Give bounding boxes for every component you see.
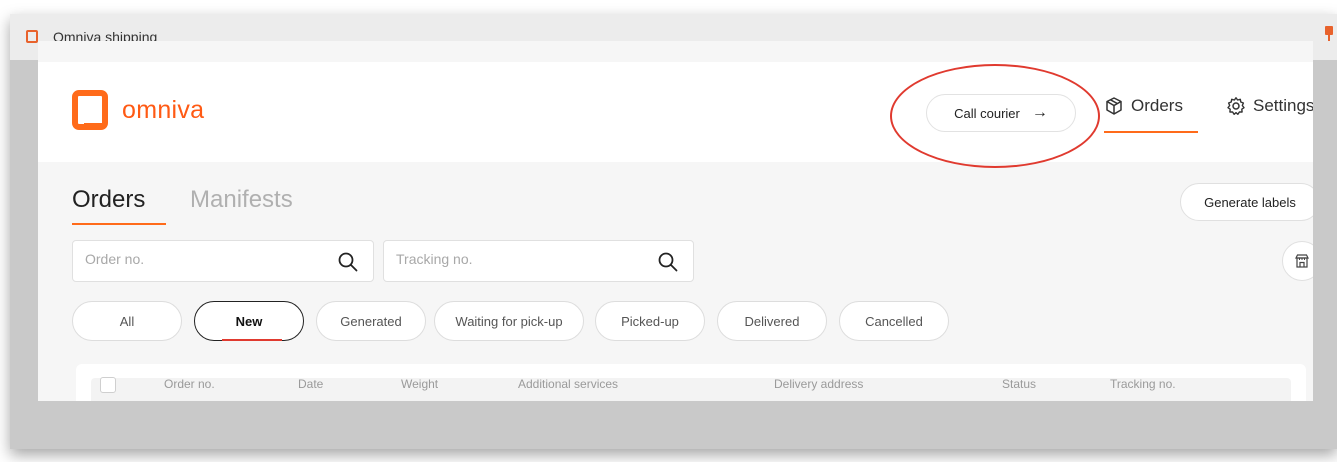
omniva-logo-icon — [72, 90, 108, 130]
nav-orders[interactable]: Orders — [1104, 96, 1183, 116]
search-icon[interactable] — [337, 251, 359, 273]
call-courier-label: Call courier — [954, 105, 1020, 121]
filter-cancelled[interactable]: Cancelled — [839, 301, 949, 341]
nav-settings-label: Settings — [1253, 96, 1313, 115]
column-tracking-no[interactable]: Tracking no. — [1110, 377, 1176, 391]
tab-orders[interactable]: Orders — [72, 186, 145, 214]
column-delivery-address[interactable]: Delivery address — [774, 377, 863, 391]
screenshot-frame: Omniva shipping omniva Call courier → Or… — [0, 0, 1337, 462]
nav-orders-active-indicator — [1104, 131, 1198, 133]
filter-delivered[interactable]: Delivered — [717, 301, 827, 341]
column-additional-services[interactable]: Additional services — [518, 377, 618, 391]
filter-waiting-for-pick-up[interactable]: Waiting for pick-up — [434, 301, 584, 341]
filter-new[interactable]: New — [194, 301, 304, 341]
search-icon[interactable] — [657, 251, 679, 273]
pin-icon[interactable] — [1325, 26, 1333, 42]
column-status[interactable]: Status — [1002, 377, 1036, 391]
nav-settings[interactable]: Settings — [1226, 96, 1313, 116]
store-button[interactable] — [1282, 241, 1313, 281]
tab-orders-active-indicator — [72, 223, 166, 225]
box-icon — [1106, 97, 1122, 115]
order-number-input[interactable] — [85, 251, 305, 267]
omniva-logo[interactable]: omniva — [72, 90, 204, 130]
app-icon — [26, 30, 38, 43]
nav-orders-label: Orders — [1131, 96, 1183, 115]
filter-new-underline — [222, 339, 282, 341]
tracking-number-input[interactable] — [396, 251, 616, 267]
column-weight[interactable]: Weight — [401, 377, 438, 391]
gear-icon — [1227, 97, 1245, 115]
column-date[interactable]: Date — [298, 377, 323, 391]
tab-manifests[interactable]: Manifests — [190, 186, 293, 214]
filter-generated[interactable]: Generated — [316, 301, 426, 341]
app-header: omniva Call courier → Orders Settings — [38, 62, 1313, 168]
store-icon — [1295, 254, 1309, 268]
order-search-box — [72, 240, 374, 282]
app-panel: omniva Call courier → Orders Settings Or… — [38, 41, 1313, 401]
call-courier-button[interactable]: Call courier → — [926, 94, 1076, 132]
select-all-checkbox[interactable] — [100, 377, 116, 393]
window-bottom-edge — [38, 401, 1337, 441]
logo-text: omniva — [122, 95, 205, 124]
generate-labels-button[interactable]: Generate labels — [1180, 183, 1313, 221]
filter-picked-up[interactable]: Picked-up — [595, 301, 705, 341]
orders-table: Order no. Date Weight Additional service… — [76, 364, 1306, 401]
column-order-no[interactable]: Order no. — [164, 377, 215, 391]
arrow-right-icon: → — [1031, 104, 1048, 121]
tracking-search-box — [383, 240, 694, 282]
filter-all[interactable]: All — [72, 301, 182, 341]
